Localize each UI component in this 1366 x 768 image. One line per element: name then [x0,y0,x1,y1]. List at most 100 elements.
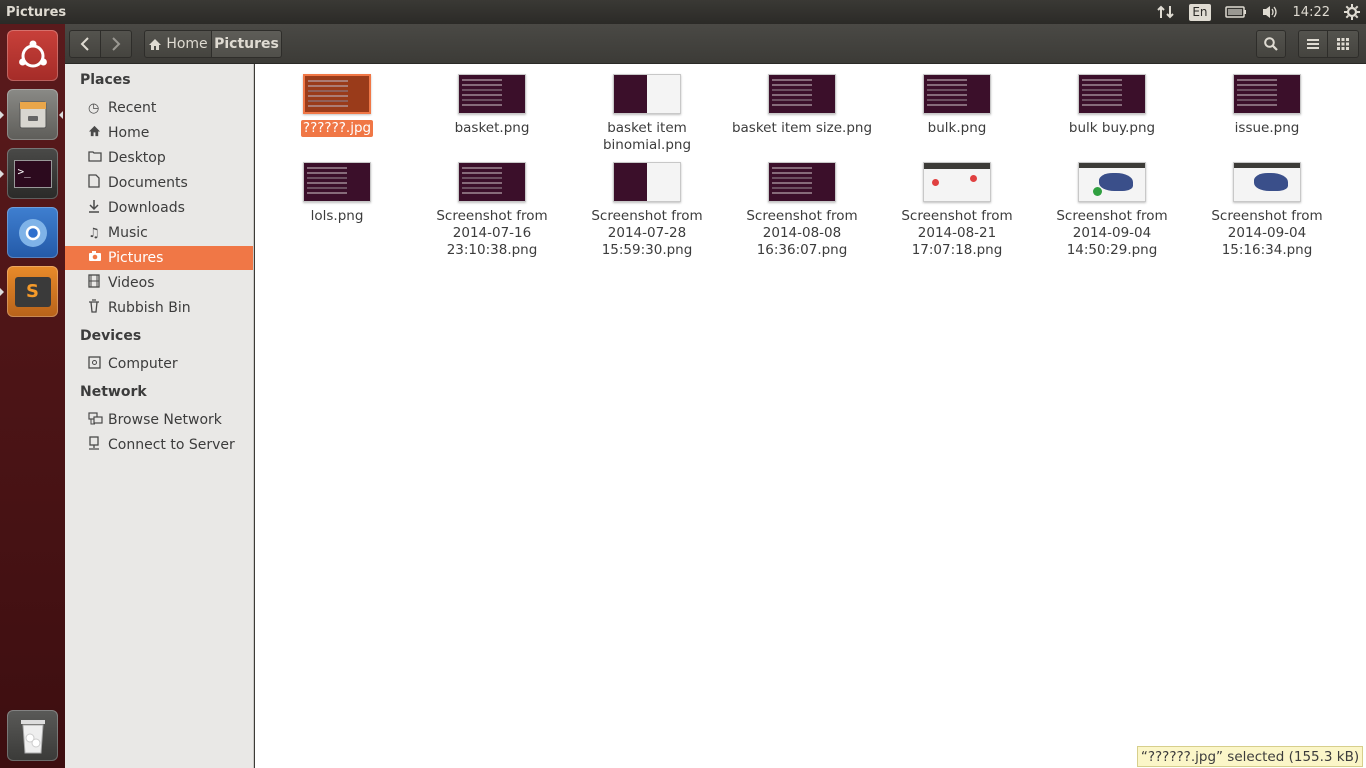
file-item[interactable]: basket.png [417,74,567,137]
file-item[interactable]: basket item binomial.png [572,74,722,154]
file-item[interactable]: Screenshot from 2014-07-16 23:10:38.png [417,162,567,259]
file-thumbnail [1078,162,1146,202]
launcher: >_ S [0,24,65,768]
clock-time[interactable]: 14:22 [1293,5,1330,20]
forward-button[interactable] [100,30,132,58]
file-thumbnail [303,162,371,202]
sidebar-item-connect-to-server[interactable]: Connect to Server [65,433,253,457]
file-thumbnail [1233,74,1301,114]
trash-icon [88,299,108,317]
network-updown-icon[interactable] [1157,4,1175,20]
search-button[interactable] [1256,30,1286,58]
sidebar-item-browse-network[interactable]: Browse Network [65,408,253,432]
file-item[interactable]: bulk.png [882,74,1032,137]
sidebar-item-computer[interactable]: Computer [65,352,253,376]
keyboard-layout-indicator[interactable]: En [1189,3,1211,21]
file-thumbnail [1233,162,1301,202]
film-icon [88,274,108,292]
battery-icon[interactable] [1224,6,1247,18]
ubuntu-logo-icon[interactable] [7,30,58,81]
terminal-glyph: >_ [13,159,52,188]
top-panel: Pictures En 14:22 [0,0,1366,24]
file-item[interactable]: Screenshot from 2014-07-28 15:59:30.png [572,162,722,259]
terminal-icon[interactable]: >_ [7,148,58,199]
file-thumbnail [613,74,681,114]
file-name: lols.png [310,208,364,224]
sidebar-item-label: Computer [108,356,178,372]
file-item[interactable]: ??????.jpg [262,74,412,137]
file-name: bulk buy.png [1068,120,1156,136]
music-icon: ♫ [88,225,100,241]
file-view[interactable]: ??????.jpg basket.png basket item binomi… [255,64,1366,768]
sidebar-item-documents[interactable]: Documents [65,171,253,195]
file-thumbnail [768,74,836,114]
file-name: Screenshot from 2014-08-21 17:07:18.png [901,208,1013,258]
list-view-icon [1307,39,1319,49]
sidebar-item-label: Desktop [108,150,166,166]
file-thumbnail [458,74,526,114]
grid-view-icon [1337,38,1349,50]
chevron-right-icon [112,37,121,51]
sidebar-item-videos[interactable]: Videos [65,271,253,295]
file-name: Screenshot from 2014-08-08 16:36:07.png [746,208,858,258]
back-button[interactable] [69,30,101,58]
sidebar-item-label: Music [108,225,148,241]
file-item[interactable]: Screenshot from 2014-09-04 15:16:34.png [1192,162,1342,259]
file-item[interactable]: Screenshot from 2014-08-08 16:36:07.png [727,162,877,259]
file-item[interactable]: bulk buy.png [1037,74,1187,137]
home-icon [88,125,108,141]
sidebar-item-rubbish-bin[interactable]: Rubbish Bin [65,296,253,320]
file-item[interactable]: lols.png [262,162,412,225]
sublime-icon[interactable]: S [7,266,58,317]
server-icon [88,436,108,454]
sublime-glyph: S [14,276,51,307]
sidebar-item-downloads[interactable]: Downloads [65,196,253,220]
file-name: basket.png [454,120,530,136]
sidebar-item-home[interactable]: Home [65,121,253,145]
toolbar: Home Pictures [65,24,1366,64]
running-indicator [0,170,4,178]
breadcrumb-pictures[interactable]: Pictures [211,30,282,58]
clock-icon: ◷ [88,100,100,116]
sidebar-item-label: Rubbish Bin [108,300,191,316]
thumbnail-detail [1093,187,1102,196]
sidebar-item-label: Downloads [108,200,185,216]
volume-icon[interactable] [1261,4,1279,20]
file-thumbnail [613,162,681,202]
file-thumbnail [768,162,836,202]
gear-icon[interactable] [1344,4,1360,20]
file-name: Screenshot from 2014-09-04 15:16:34.png [1211,208,1323,258]
breadcrumb-home-label: Home [166,36,208,52]
thumbnail-detail [932,179,939,186]
list-view-button[interactable] [1298,30,1328,58]
file-name: bulk.png [927,120,987,136]
grid-view-button[interactable] [1327,30,1359,58]
file-item[interactable]: Screenshot from 2014-09-04 14:50:29.png [1037,162,1187,259]
sidebar-item-desktop[interactable]: Desktop [65,146,253,170]
file-item[interactable]: basket item size.png [727,74,877,137]
file-thumbnail [1078,74,1146,114]
search-icon [1264,37,1278,51]
running-indicator [0,111,4,119]
file-name: ??????.jpg [300,120,374,137]
sidebar-item-music[interactable]: ♫ Music [65,221,253,245]
home-icon [149,38,162,50]
chevron-left-icon [80,37,89,51]
sidebar-item-label: Browse Network [108,412,222,428]
file-thumbnail [923,162,991,202]
document-icon [88,174,108,192]
file-name: issue.png [1234,120,1300,136]
file-thumbnail [458,162,526,202]
file-item[interactable]: Screenshot from 2014-08-21 17:07:18.png [882,162,1032,259]
files-cabinet-icon[interactable] [7,89,58,140]
sidebar: Places ◷ Recent Home Desktop Documents D… [65,64,254,768]
trash-icon[interactable] [7,710,58,761]
download-icon [88,199,108,217]
sidebar-item-pictures[interactable]: Pictures [65,246,253,270]
sidebar-heading-network: Network [80,384,147,400]
thumbnail-detail [970,175,977,182]
chromium-icon[interactable] [7,207,58,258]
file-item[interactable]: issue.png [1192,74,1342,137]
sidebar-item-recent[interactable]: ◷ Recent [65,96,253,120]
breadcrumb-home[interactable]: Home [144,30,212,58]
